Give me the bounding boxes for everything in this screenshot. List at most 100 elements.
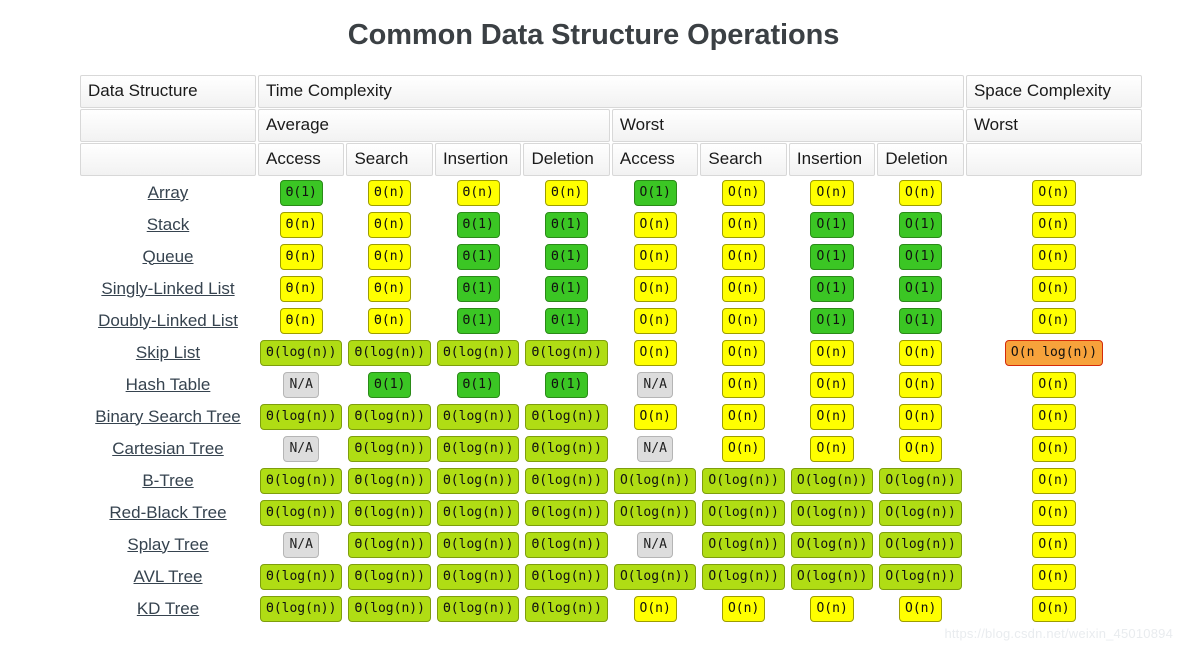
complexity-chip: N/A [637, 371, 673, 398]
complexity-cell: Θ(n) [346, 305, 432, 336]
complexity-chip: Θ(n) [368, 243, 412, 270]
complexity-chip: Θ(log(n)) [260, 499, 343, 526]
complexity-chip: O(log(n)) [879, 499, 962, 526]
table-row: Array Θ(1) Θ(n) Θ(n) Θ(n) O(1) O(n) O(n) O(n) O(n… [80, 177, 1142, 208]
complexity-chip: Θ(log(n)) [260, 339, 343, 366]
complexity-chip: Θ(log(n)) [525, 595, 608, 622]
complexity-cell: N/A [258, 369, 344, 400]
data-structure-link[interactable]: Singly-Linked List [101, 279, 234, 298]
complexity-chip: O(n) [1032, 371, 1076, 398]
data-structure-cell: AVL Tree [80, 561, 256, 592]
complexity-cell: Θ(log(n)) [346, 529, 432, 560]
complexity-cell: O(n) [877, 593, 964, 624]
complexity-chip: O(log(n)) [790, 499, 874, 526]
complexity-chip: O(n) [810, 403, 854, 430]
complexity-chip: N/A [637, 435, 673, 462]
complexity-chip: O(1) [810, 243, 854, 270]
complexity-cell: Θ(log(n)) [258, 497, 344, 528]
complexity-chip: O(n) [721, 403, 766, 430]
complexity-chip: O(n) [721, 371, 766, 398]
data-structure-link[interactable]: Stack [147, 215, 190, 234]
complexity-cell: Θ(log(n)) [346, 561, 432, 592]
complexity-cell: N/A [612, 433, 698, 464]
table-row: Queue Θ(n) Θ(n) Θ(1) Θ(1) O(n) O(n) O(1) O(1) O(n… [80, 241, 1142, 272]
data-structure-link[interactable]: Binary Search Tree [95, 407, 241, 426]
complexity-chip: O(n) [1032, 179, 1076, 206]
complexity-cell: O(log(n)) [700, 561, 786, 592]
complexity-chip: O(1) [810, 307, 854, 334]
complexity-cell: Θ(log(n)) [435, 401, 521, 432]
data-structure-link[interactable]: Hash Table [126, 375, 211, 394]
complexity-cell: O(n) [612, 209, 698, 240]
complexity-cell: O(log(n)) [789, 497, 875, 528]
complexity-cell: O(n) [700, 209, 786, 240]
complexity-cell: O(n) [966, 465, 1142, 496]
complexity-cell: N/A [258, 529, 344, 560]
data-structure-link[interactable]: B-Tree [142, 471, 193, 490]
complexity-chip: Θ(log(n)) [348, 531, 431, 558]
complexity-cell: Θ(log(n)) [523, 465, 609, 496]
complexity-cell: O(n) [700, 401, 786, 432]
complexity-chip: Θ(log(n)) [260, 467, 343, 494]
data-structure-link[interactable]: Splay Tree [127, 535, 208, 554]
complexity-cell: Θ(log(n)) [346, 433, 432, 464]
data-structure-link[interactable]: Skip List [136, 343, 200, 362]
complexity-chip: O(n) [633, 339, 677, 366]
complexity-cell: O(n) [612, 241, 698, 272]
complexity-cell: O(log(n)) [877, 497, 964, 528]
complexity-cell: Θ(1) [523, 209, 609, 240]
complexity-cell: O(1) [877, 241, 964, 272]
complexity-chip: Θ(log(n)) [436, 403, 520, 430]
table-row: B-Tree Θ(log(n)) Θ(log(n)) Θ(log(n)) Θ(log(n… [80, 465, 1142, 496]
complexity-cell: O(n) [612, 401, 698, 432]
data-structure-link[interactable]: AVL Tree [134, 567, 203, 586]
complexity-chip: O(n) [1032, 531, 1076, 558]
data-structure-cell: Cartesian Tree [80, 433, 256, 464]
complexity-chip: O(n) [633, 595, 677, 622]
complexity-cell: Θ(log(n)) [258, 561, 344, 592]
complexity-cell: O(n) [700, 593, 786, 624]
complexity-chip: O(n) [1032, 243, 1076, 270]
complexity-cell: O(log(n)) [700, 497, 786, 528]
complexity-cell: O(n) [966, 241, 1142, 272]
data-structure-link[interactable]: Cartesian Tree [112, 439, 224, 458]
table-row: Splay Tree N/A Θ(log(n)) Θ(log(n)) Θ(log(n))… [80, 529, 1142, 560]
header-time-complexity: Time Complexity [257, 75, 964, 108]
complexity-cell: Θ(1) [346, 369, 432, 400]
complexity-chip: Θ(n) [279, 211, 323, 238]
complexity-cell: Θ(log(n)) [523, 433, 609, 464]
complexity-cell: O(n) [700, 337, 786, 368]
complexity-cell: Θ(1) [435, 305, 521, 336]
header-worst-insertion: Insertion [788, 143, 876, 176]
complexity-chip: Θ(log(n)) [525, 435, 608, 462]
complexity-chip: O(n) [633, 403, 677, 430]
data-structure-link[interactable]: Queue [142, 247, 193, 266]
data-structure-link[interactable]: KD Tree [137, 599, 199, 618]
complexity-cell: O(log(n)) [877, 465, 964, 496]
complexity-cell: Θ(log(n)) [523, 497, 609, 528]
complexity-chip: O(1) [810, 275, 854, 302]
complexity-cell: O(1) [877, 273, 964, 304]
complexity-cell: O(n) [966, 209, 1142, 240]
data-structure-link[interactable]: Red-Black Tree [109, 503, 226, 522]
complexity-chip: O(n) [1032, 595, 1076, 622]
complexity-cell: N/A [258, 433, 344, 464]
complexity-chip: Θ(log(n)) [525, 499, 608, 526]
complexity-cell: Θ(log(n)) [435, 433, 521, 464]
complexity-cell: O(log(n)) [789, 529, 875, 560]
data-structure-cell: Splay Tree [80, 529, 256, 560]
table-row: Singly-Linked List Θ(n) Θ(n) Θ(1) Θ(1) O(n) O(… [80, 273, 1142, 304]
complexity-chip: Θ(log(n)) [348, 467, 431, 494]
header-blank-cases [80, 109, 256, 142]
complexity-cell: Θ(1) [258, 177, 344, 208]
complexity-cell: Θ(1) [435, 273, 521, 304]
data-structure-link[interactable]: Array [148, 183, 189, 202]
header-avg-search: Search [346, 143, 433, 176]
data-structure-link[interactable]: Doubly-Linked List [98, 311, 238, 330]
complexity-cell: O(n) [877, 433, 964, 464]
complexity-cell: O(n) [966, 529, 1142, 560]
table-row: Skip List Θ(log(n)) Θ(log(n)) Θ(log(n)) Θ(lo… [80, 337, 1142, 368]
complexity-chip: Θ(log(n)) [525, 403, 608, 430]
complexity-cell: Θ(n) [523, 177, 609, 208]
complexity-chip: N/A [283, 435, 319, 462]
